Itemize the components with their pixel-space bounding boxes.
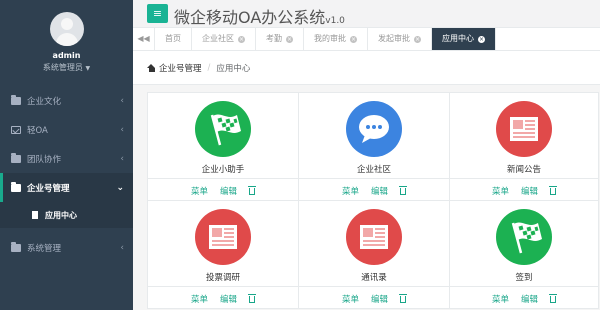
system-title: 微企移动OA办公系统v1.0 (174, 8, 345, 27)
menu-link[interactable]: 菜单 (342, 293, 359, 305)
menu-link[interactable]: 菜单 (191, 185, 208, 197)
chat-bubble-icon[interactable] (346, 101, 402, 157)
avatar[interactable] (49, 12, 84, 46)
app-card[interactable]: 企业小助手菜单 编辑 (147, 92, 299, 201)
newspaper-icon[interactable] (346, 209, 402, 265)
sidebar-subitem-app-center[interactable]: 应用中心 (0, 202, 133, 228)
app-actions: 菜单 编辑 (148, 286, 298, 310)
caret-down-icon: ▼ (85, 65, 91, 72)
close-icon[interactable]: × (478, 35, 485, 43)
edit-link[interactable]: 编辑 (371, 293, 388, 305)
app-name: 企业小助手 (201, 165, 245, 175)
edit-link[interactable]: 编辑 (521, 293, 538, 305)
main-content: 企业小助手 菜单 编辑 企业社区 菜单 编辑 新闻公告 菜单 编辑 投票调研 菜单 编辑 通讯录 菜单 编辑… (133, 85, 600, 310)
tab-home[interactable]: 首页 (155, 28, 192, 50)
edit-link[interactable]: 编辑 (220, 293, 237, 305)
trash-icon[interactable] (549, 294, 558, 303)
close-icon[interactable]: × (286, 35, 293, 43)
app-name: 新闻公告 (506, 165, 541, 175)
trash-icon[interactable] (399, 186, 408, 195)
sidebar-menu: 企业文化 ‹ 轻OA ‹ 团队协作 ‹ 企业号管理 ⌄ 应用中心 系统管理 ‹ (0, 86, 133, 262)
trash-icon[interactable] (399, 294, 408, 303)
user-profile: admin 系统管理员 ▼ (0, 0, 133, 86)
tab-community[interactable]: 企业社区 × (192, 28, 256, 50)
edit-link[interactable]: 编辑 (521, 185, 538, 197)
tab-app-center[interactable]: 应用中心 × (432, 28, 496, 50)
close-icon[interactable]: × (350, 35, 357, 43)
trash-icon[interactable] (549, 186, 558, 195)
app-card[interactable]: 通讯录 菜单 编辑 (298, 200, 450, 309)
file-icon (32, 211, 38, 219)
app-card[interactable]: 新闻公告菜单 编辑 (449, 92, 599, 201)
app-name: 投票调研 (205, 273, 240, 283)
app-name: 签到 (515, 273, 533, 283)
menu-link[interactable]: 菜单 (492, 185, 509, 197)
tab-bar: ◀◀ 首页 企业社区 × 考勤 × 我的审批 × 发起审批 × 应用中心 × (133, 28, 600, 51)
sidebar-item-culture[interactable]: 企业文化 ‹ (0, 86, 133, 115)
close-icon[interactable]: × (414, 35, 421, 43)
newspaper-icon[interactable] (496, 101, 552, 157)
folder-icon (11, 241, 21, 252)
home-icon (147, 63, 156, 72)
chevron-left-icon: ‹ (120, 242, 124, 253)
chevron-left-icon: ‹ (120, 153, 124, 164)
newspaper-icon[interactable] (195, 209, 251, 265)
breadcrumb: 企业号管理 / 应用中心 (133, 51, 600, 85)
chevron-left-icon: ‹ (120, 95, 124, 106)
hamburger-icon: ≡ (152, 7, 163, 20)
app-name: 企业社区 (356, 165, 391, 175)
folder-open-icon (11, 181, 21, 192)
app-name: 通讯录 (361, 273, 387, 283)
top-bar: ≡ 微企移动OA办公系统v1.0 (133, 0, 600, 28)
edit-link[interactable]: 编辑 (220, 185, 237, 197)
sidebar-item-enterprise[interactable]: 企业号管理 ⌄ (0, 173, 133, 202)
user-name: admin (52, 51, 81, 60)
user-role-dropdown[interactable]: 系统管理员 ▼ (0, 62, 133, 73)
sidebar-item-team[interactable]: 团队协作 ‹ (0, 144, 133, 173)
sidebar: admin 系统管理员 ▼ 企业文化 ‹ 轻OA ‹ 团队协作 ‹ 企业号管理 … (0, 0, 133, 310)
tab-my-approvals[interactable]: 我的审批 × (304, 28, 368, 50)
menu-toggle-button[interactable]: ≡ (147, 4, 168, 23)
app-actions: 菜单 编辑 (450, 286, 598, 310)
checkered-flag-icon[interactable] (195, 101, 251, 157)
chevron-left-icon: ‹ (120, 124, 124, 135)
breadcrumb-root[interactable]: 企业号管理 (159, 62, 202, 74)
menu-link[interactable]: 菜单 (342, 185, 359, 197)
tab-start-approval[interactable]: 发起审批 × (368, 28, 432, 50)
app-actions: 菜单 编辑 (148, 178, 298, 202)
sidebar-item-light-oa[interactable]: 轻OA ‹ (0, 115, 133, 144)
tab-scroll-left-button[interactable]: ◀◀ (133, 28, 155, 50)
app-grid: 企业小助手 菜单 编辑 企业社区 菜单 编辑 新闻公告 菜单 编辑 投票调研 菜单 编辑 通讯录 菜单 编辑… (147, 92, 599, 309)
menu-link[interactable]: 菜单 (492, 293, 509, 305)
menu-link[interactable]: 菜单 (191, 293, 208, 305)
app-card[interactable]: 投票调研菜单 编辑 (147, 200, 299, 309)
sidebar-item-system[interactable]: 系统管理 ‹ (0, 233, 133, 262)
app-actions: 菜单 编辑 (299, 178, 449, 202)
app-actions: 菜单 编辑 (299, 286, 449, 310)
breadcrumb-current: 应用中心 (216, 63, 251, 74)
double-chevron-left-icon: ◀◀ (137, 34, 150, 43)
app-card[interactable]: 签到 菜单 编辑 (449, 200, 599, 309)
checkered-flag-icon[interactable] (496, 209, 552, 265)
app-actions: 菜单 编辑 (450, 178, 598, 202)
close-icon[interactable]: × (238, 35, 245, 43)
folder-icon (11, 94, 21, 105)
trash-icon[interactable] (248, 294, 257, 303)
trash-icon[interactable] (248, 186, 257, 195)
version: v1.0 (325, 16, 345, 26)
edit-link[interactable]: 编辑 (371, 185, 388, 197)
chevron-down-icon: ⌄ (116, 182, 124, 193)
app-card[interactable]: 企业社区菜单 编辑 (298, 92, 450, 201)
checkbox-icon (11, 125, 21, 134)
breadcrumb-separator: / (207, 62, 211, 73)
folder-icon (11, 152, 21, 163)
tab-attendance[interactable]: 考勤 × (256, 28, 304, 50)
